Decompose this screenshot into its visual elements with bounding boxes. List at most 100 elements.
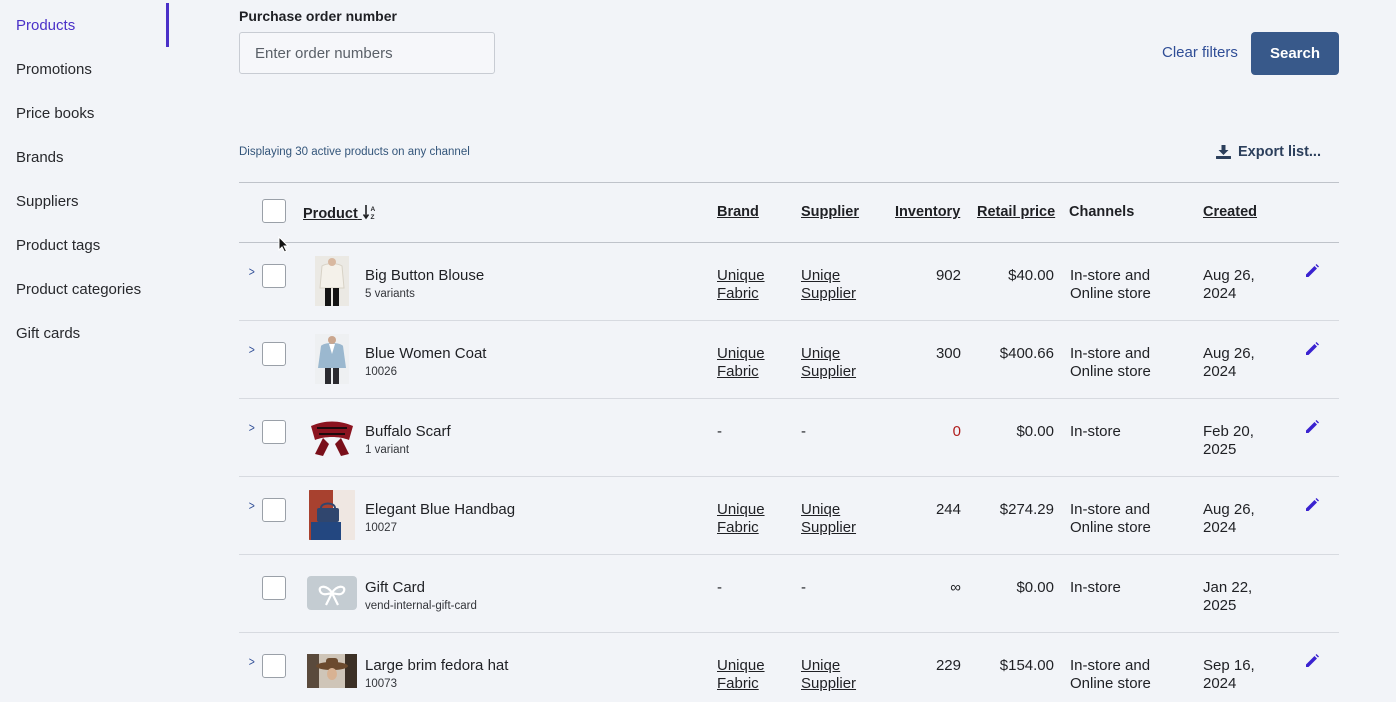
sidebar-item-promotions[interactable]: Promotions xyxy=(16,59,92,81)
gift-card-icon xyxy=(307,568,357,618)
retail-price-value: $40.00 xyxy=(1008,267,1054,284)
purchase-order-label: Purchase order number xyxy=(239,8,397,24)
search-button[interactable]: Search xyxy=(1251,32,1339,75)
sidebar-item-product-tags[interactable]: Product tags xyxy=(16,235,100,257)
brand-link[interactable]: Unique Fabric xyxy=(717,345,765,381)
created-date: Jan 22, 2025 xyxy=(1203,579,1253,614)
sidebar-item-price-books[interactable]: Price books xyxy=(16,103,94,125)
product-name[interactable]: Big Button Blouse xyxy=(365,267,484,284)
supplier-value: - xyxy=(801,423,806,440)
product-thumbnail-hat xyxy=(307,646,357,696)
table-row: > Elegant Blue Handbag 10027 Unique Fabri… xyxy=(239,476,1339,554)
column-header-product[interactable]: Product AZ xyxy=(303,204,377,224)
table-row: Gift Card vend-internal-gift-card - - ∞ … xyxy=(239,554,1339,632)
product-name[interactable]: Blue Women Coat xyxy=(365,345,486,362)
channels-value: In-store and Online store xyxy=(1070,267,1151,302)
clear-filters-link[interactable]: Clear filters xyxy=(1162,44,1238,61)
created-date: Aug 26, 2024 xyxy=(1203,345,1255,380)
product-thumbnail-handbag xyxy=(307,490,357,540)
supplier-link[interactable]: Uniqe Supplier xyxy=(801,657,856,693)
created-date: Aug 26, 2024 xyxy=(1203,267,1255,302)
order-number-input[interactable] xyxy=(239,32,495,74)
channels-value: In-store and Online store xyxy=(1070,345,1151,380)
created-date: Aug 26, 2024 xyxy=(1203,501,1255,536)
product-subtitle: 1 variant xyxy=(365,444,410,456)
brand-link[interactable]: Unique Fabric xyxy=(717,501,765,537)
expand-row-icon[interactable]: > xyxy=(249,342,255,357)
product-subtitle: 10026 xyxy=(365,366,397,378)
column-header-supplier[interactable]: Supplier xyxy=(801,204,859,220)
product-subtitle: 10027 xyxy=(365,522,397,534)
row-checkbox[interactable] xyxy=(262,654,286,678)
product-thumbnail-coat xyxy=(307,334,357,384)
row-checkbox[interactable] xyxy=(262,420,286,444)
expand-row-icon[interactable]: > xyxy=(249,420,255,435)
supplier-link[interactable]: Uniqe Supplier xyxy=(801,267,856,303)
inventory-value: 902 xyxy=(935,267,961,284)
svg-text:A: A xyxy=(370,206,375,213)
column-header-created[interactable]: Created xyxy=(1203,204,1257,220)
edit-pencil-icon[interactable] xyxy=(1305,498,1319,517)
inventory-value: ∞ xyxy=(950,579,961,596)
inventory-value: 0 xyxy=(952,423,961,440)
brand-value: - xyxy=(717,579,722,596)
sidebar-item-products[interactable]: Products xyxy=(16,15,75,37)
expand-row-icon[interactable]: > xyxy=(249,498,255,513)
sidebar: Products Promotions Price books Brands S… xyxy=(0,0,170,702)
column-header-product-label: Product xyxy=(303,205,358,222)
channels-value: In-store xyxy=(1070,423,1121,440)
product-name[interactable]: Elegant Blue Handbag xyxy=(365,501,515,518)
expand-row-icon[interactable]: > xyxy=(249,264,255,279)
column-header-retail-price[interactable]: Retail price xyxy=(977,204,1055,220)
supplier-link[interactable]: Uniqe Supplier xyxy=(801,501,856,537)
edit-pencil-icon[interactable] xyxy=(1305,264,1319,283)
svg-text:Z: Z xyxy=(370,214,374,220)
sidebar-item-suppliers[interactable]: Suppliers xyxy=(16,191,79,213)
supplier-value: - xyxy=(801,579,806,596)
sort-az-icon: AZ xyxy=(362,204,377,224)
column-header-inventory[interactable]: Inventory xyxy=(895,204,960,220)
product-name[interactable]: Large brim fedora hat xyxy=(365,657,508,674)
table-row: > Buffalo Scarf 1 variant - - 0 $0.00 In… xyxy=(239,398,1339,476)
edit-pencil-icon[interactable] xyxy=(1305,654,1319,673)
row-checkbox[interactable] xyxy=(262,264,286,288)
retail-price-value: $0.00 xyxy=(1016,423,1054,440)
retail-price-value: $274.29 xyxy=(999,501,1054,518)
export-list-button[interactable]: Export list... xyxy=(1216,144,1321,160)
product-thumbnail-blouse xyxy=(307,256,357,306)
sidebar-item-product-categories[interactable]: Product categories xyxy=(16,279,141,301)
product-subtitle: 5 variants xyxy=(365,288,415,300)
expand-row-icon[interactable]: > xyxy=(249,654,255,669)
column-header-channels: Channels xyxy=(1069,204,1135,220)
download-icon xyxy=(1216,145,1231,159)
export-list-label: Export list... xyxy=(1238,144,1321,160)
product-subtitle: 10073 xyxy=(365,678,397,690)
edit-pencil-icon[interactable] xyxy=(1305,420,1319,439)
table-row: > Blue Women Coat 10026 Unique Fabric Uni… xyxy=(239,320,1339,398)
table-row: > Big Button Blouse 5 variants Unique Fab… xyxy=(239,242,1339,320)
retail-price-value: $0.00 xyxy=(1016,579,1054,596)
column-header-brand[interactable]: Brand xyxy=(717,204,759,220)
brand-link[interactable]: Unique Fabric xyxy=(717,267,765,303)
retail-price-value: $400.66 xyxy=(999,345,1054,362)
table-row: > Large brim fedora hat 10073 Unique Fabr… xyxy=(239,632,1339,702)
row-checkbox[interactable] xyxy=(262,342,286,366)
supplier-link[interactable]: Uniqe Supplier xyxy=(801,345,856,381)
channels-value: In-store xyxy=(1070,579,1121,596)
row-checkbox[interactable] xyxy=(262,576,286,600)
select-all-checkbox[interactable] xyxy=(262,199,286,223)
created-date: Sep 16, 2024 xyxy=(1203,657,1255,692)
channels-value: In-store and Online store xyxy=(1070,657,1151,692)
row-checkbox[interactable] xyxy=(262,498,286,522)
product-name[interactable]: Buffalo Scarf xyxy=(365,423,451,440)
product-name[interactable]: Gift Card xyxy=(365,579,425,596)
table-top-border xyxy=(239,182,1339,183)
retail-price-value: $154.00 xyxy=(999,657,1054,674)
channels-value: In-store and Online store xyxy=(1070,501,1151,536)
sidebar-item-brands[interactable]: Brands xyxy=(16,147,64,169)
sidebar-item-gift-cards[interactable]: Gift cards xyxy=(16,323,80,345)
results-summary: Displaying 30 active products on any cha… xyxy=(239,146,470,158)
brand-link[interactable]: Unique Fabric xyxy=(717,657,765,693)
sidebar-active-indicator xyxy=(166,3,169,47)
edit-pencil-icon[interactable] xyxy=(1305,342,1319,361)
